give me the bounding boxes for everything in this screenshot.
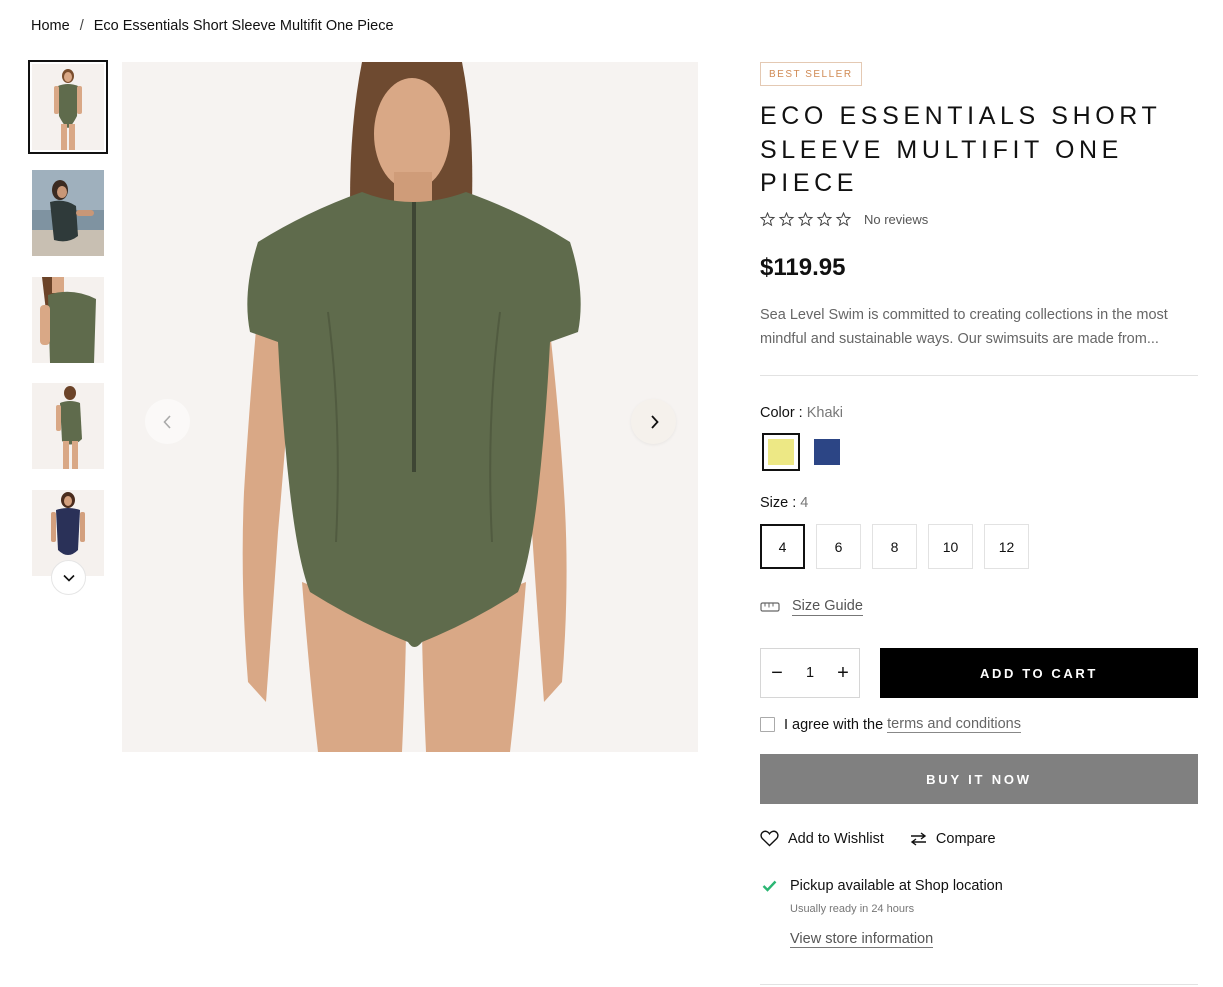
thumbnail-1[interactable]: [28, 60, 108, 154]
add-to-cart-button[interactable]: ADD TO CART: [880, 648, 1198, 698]
thumbnail-2-image: [32, 170, 104, 256]
thumbnail-4-image: [32, 383, 104, 469]
add-to-wishlist-button[interactable]: Add to Wishlist: [760, 830, 884, 847]
color-label: Color : Khaki: [760, 405, 843, 421]
terms-link[interactable]: terms and conditions: [887, 716, 1021, 733]
quantity-increase-button[interactable]: +: [835, 663, 851, 683]
pickup-status: Pickup available at Shop location: [790, 878, 1003, 894]
color-swatch-navy[interactable]: [808, 433, 846, 471]
color-selected-value: Khaki: [806, 405, 843, 421]
product-description: Sea Level Swim is committed to creating …: [760, 307, 1168, 347]
thumbnail-4[interactable]: [32, 383, 104, 469]
size-selected-value: 4: [800, 495, 809, 511]
color-label-text: Color :: [760, 405, 803, 421]
size-option-4[interactable]: 4: [760, 524, 805, 569]
bottom-divider: [760, 984, 1198, 985]
size-option-8[interactable]: 8: [872, 524, 917, 569]
chevron-down-icon: [62, 574, 75, 582]
terms-prefix: I agree with the: [784, 716, 884, 733]
size-label: Size :4: [760, 495, 808, 511]
best-seller-badge: BEST SELLER: [760, 62, 862, 86]
ruler-icon: [760, 602, 780, 612]
product-title: ECO ESSENTIALS SHORT SLEEVE MULTIFIT ONE…: [760, 102, 1161, 197]
thumbnail-1-image: [32, 64, 104, 150]
image-prev-button[interactable]: [145, 399, 190, 444]
size-option-6[interactable]: 6: [816, 524, 861, 569]
heart-icon: [760, 830, 779, 847]
compare-button[interactable]: Compare: [910, 830, 996, 847]
compare-arrows-icon: [910, 831, 927, 846]
breadcrumb-current: Eco Essentials Short Sleeve Multifit One…: [93, 18, 394, 34]
compare-label: Compare: [935, 830, 996, 847]
size-option-12[interactable]: 12: [984, 524, 1029, 569]
view-store-information-link[interactable]: View store information: [790, 931, 934, 948]
breadcrumb-separator: /: [79, 18, 84, 34]
chevron-left-icon: [162, 414, 171, 429]
color-swatch-khaki[interactable]: [762, 433, 800, 471]
product-price: $119.95: [760, 254, 846, 281]
wishlist-label: Add to Wishlist: [788, 830, 884, 847]
breadcrumb-home-link[interactable]: Home: [31, 18, 70, 34]
thumbnail-3-image: [32, 277, 104, 363]
product-photo: [122, 62, 698, 752]
size-option-10[interactable]: 10: [928, 524, 973, 569]
quantity-decrease-button[interactable]: −: [769, 663, 785, 683]
khaki-swatch-fill: [768, 439, 794, 465]
thumbnail-3[interactable]: [32, 277, 104, 363]
terms-checkbox[interactable]: [760, 717, 775, 732]
chevron-right-icon: [650, 414, 659, 429]
star-rating-icon: [760, 212, 852, 227]
quantity-stepper: − 1 +: [760, 648, 860, 698]
navy-swatch-fill: [814, 439, 840, 465]
secondary-actions: Add to Wishlist Compare: [760, 830, 996, 847]
buy-it-now-button[interactable]: BUY IT NOW: [760, 754, 1198, 804]
breadcrumb: Home / Eco Essentials Short Sleeve Multi…: [31, 18, 394, 34]
thumbnails-scroll-down-button[interactable]: [51, 560, 86, 595]
checkmark-icon: [762, 880, 777, 892]
main-product-image[interactable]: [122, 62, 698, 752]
reviews-count: No reviews: [864, 212, 929, 227]
terms-agreement: I agree with the terms and conditions: [760, 716, 1021, 733]
thumbnail-2[interactable]: [32, 170, 104, 256]
rating-summary[interactable]: No reviews: [760, 212, 928, 227]
pickup-ready-time: Usually ready in 24 hours: [790, 903, 915, 915]
image-next-button[interactable]: [631, 399, 676, 444]
quantity-value[interactable]: 1: [806, 665, 814, 681]
section-divider: [760, 375, 1198, 376]
size-guide-link[interactable]: Size Guide: [760, 598, 863, 616]
size-guide-label: Size Guide: [792, 598, 863, 616]
rating-stars: [760, 212, 854, 227]
size-label-text: Size :: [760, 495, 797, 511]
